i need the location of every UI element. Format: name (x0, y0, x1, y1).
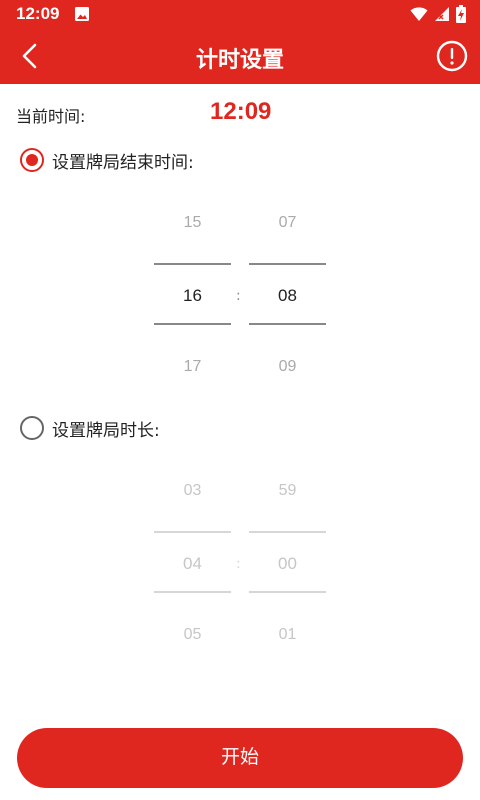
duration-hour-next[interactable]: 05 (154, 626, 231, 644)
signal-icon (435, 7, 449, 21)
minute-prev[interactable]: 07 (249, 214, 326, 232)
page-title: 计时设置 (195, 48, 284, 73)
app-bar: 计时设置 (0, 28, 480, 84)
hour-selected[interactable]: 16 (154, 286, 231, 306)
option-end-time[interactable]: 设置牌局结束时间: (20, 147, 194, 173)
minute-wheel[interactable]: 07 08 09 (249, 200, 326, 416)
image-notification-icon (75, 7, 89, 21)
selection-divider (249, 531, 326, 533)
option-duration[interactable]: 设置牌局时长: (20, 415, 160, 441)
time-separator: : (236, 288, 241, 304)
current-time-value: 12:09 (210, 98, 272, 125)
hour-wheel[interactable]: 15 16 17 (154, 200, 231, 416)
end-time-label: 设置牌局结束时间: (52, 152, 194, 173)
status-bar: 12:09 (0, 0, 480, 28)
duration-radio[interactable] (20, 416, 44, 440)
duration-hour-wheel[interactable]: 03 04 05 (154, 468, 231, 684)
duration-hour-prev[interactable]: 03 (154, 482, 231, 500)
end-time-picker[interactable]: 15 16 17 : 07 08 09 (0, 200, 480, 416)
hour-prev[interactable]: 15 (154, 214, 231, 232)
minute-next[interactable]: 09 (249, 358, 326, 376)
selection-divider (249, 591, 326, 593)
end-time-radio[interactable] (20, 148, 44, 172)
duration-minute-next[interactable]: 01 (249, 626, 326, 644)
selection-divider (154, 591, 231, 593)
selection-divider (154, 531, 231, 533)
battery-charging-icon (456, 5, 466, 23)
selection-divider (249, 323, 326, 325)
selection-divider (154, 263, 231, 265)
hour-next[interactable]: 17 (154, 358, 231, 376)
duration-minute-selected[interactable]: 00 (249, 554, 326, 574)
info-alert-icon[interactable] (436, 40, 468, 72)
duration-minute-wheel[interactable]: 59 00 01 (249, 468, 326, 684)
minute-selected[interactable]: 08 (249, 286, 326, 306)
status-time: 12:09 (16, 4, 60, 23)
selection-divider (154, 323, 231, 325)
duration-hour-selected[interactable]: 04 (154, 554, 231, 574)
selection-divider (249, 263, 326, 265)
duration-minute-prev[interactable]: 59 (249, 482, 326, 500)
duration-picker[interactable]: 03 04 05 : 59 00 01 (0, 468, 480, 684)
time-separator: : (236, 556, 241, 572)
start-button[interactable]: 开始 (17, 728, 463, 788)
current-time-label: 当前时间: (16, 107, 86, 126)
duration-label: 设置牌局时长: (52, 420, 160, 441)
wifi-icon (410, 7, 428, 21)
